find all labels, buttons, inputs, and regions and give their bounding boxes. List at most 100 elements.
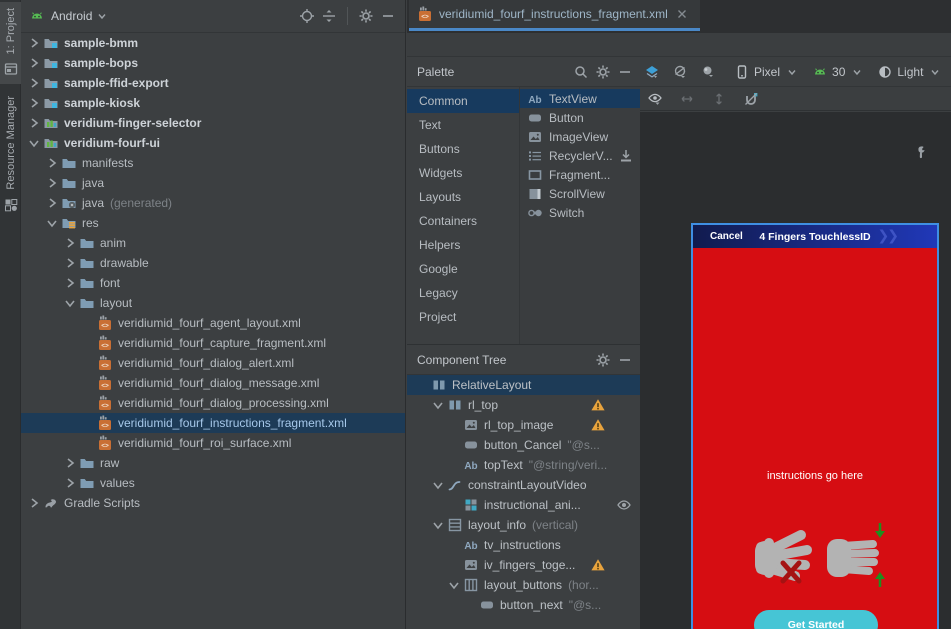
project-view-selector[interactable]: Android [51, 9, 92, 23]
component-tree-row[interactable]: instructional_ani... [407, 495, 640, 515]
chevron-down-icon[interactable] [429, 517, 446, 533]
chevron-right-icon[interactable] [25, 495, 42, 511]
palette-category-helpers[interactable]: Helpers [407, 233, 519, 257]
component-tree-row[interactable]: AbtopText"@string/veri... [407, 455, 640, 475]
chevron-right-icon[interactable] [25, 75, 42, 91]
palette-item[interactable]: AbTextView [520, 89, 640, 108]
sidebar-tab-project[interactable]: 1: Project [0, 2, 21, 84]
project-tree-row[interactable]: values [21, 473, 405, 493]
chevron-down-icon[interactable] [445, 577, 462, 593]
chevron-right-icon[interactable] [25, 35, 42, 51]
locate-icon[interactable] [296, 5, 318, 27]
design-surface[interactable]: Cancel 4 Fingers TouchlessID ❯❯ instruct… [640, 112, 951, 629]
chevron-right-icon[interactable] [25, 115, 42, 131]
chevron-right-icon[interactable] [25, 55, 42, 71]
view-options-icon[interactable] [644, 88, 666, 110]
project-tree-row[interactable]: java(generated) [21, 193, 405, 213]
chevron-right-icon[interactable] [61, 475, 78, 491]
dropdown-chevron-icon[interactable] [94, 8, 110, 24]
chevron-right-icon[interactable] [61, 255, 78, 271]
component-tree-row[interactable]: rl_top_image [407, 415, 640, 435]
palette-category-containers[interactable]: Containers [407, 209, 519, 233]
chevron-right-icon[interactable] [61, 275, 78, 291]
palette-item[interactable]: Fragment... [520, 165, 640, 184]
palette-item[interactable]: ImageView [520, 127, 640, 146]
project-tree-row[interactable]: sample-bmm [21, 33, 405, 53]
settings-icon[interactable] [355, 5, 377, 27]
minimize-icon[interactable] [614, 349, 636, 371]
project-tree-row[interactable]: anim [21, 233, 405, 253]
chevron-right-icon[interactable] [61, 455, 78, 471]
device-selector[interactable]: Pixel [734, 64, 800, 80]
eye-icon[interactable] [616, 497, 632, 513]
chevron-down-icon[interactable] [429, 397, 446, 413]
palette-category-project[interactable]: Project [407, 305, 519, 329]
project-tree-row[interactable]: Gradle Scripts [21, 493, 405, 513]
component-tree-row[interactable]: layout_info(vertical) [407, 515, 640, 535]
project-tree-row[interactable]: sample-bops [21, 53, 405, 73]
palette-category-common[interactable]: Common [407, 89, 519, 113]
close-icon[interactable] [674, 6, 690, 22]
wrench-icon[interactable] [913, 144, 929, 160]
palette-category-text[interactable]: Text [407, 113, 519, 137]
palette-category-legacy[interactable]: Legacy [407, 281, 519, 305]
project-tree-row[interactable]: font [21, 273, 405, 293]
component-tree-row[interactable]: constraintLayoutVideo [407, 475, 640, 495]
minimize-icon[interactable] [614, 61, 636, 83]
chevron-right-icon[interactable] [25, 95, 42, 111]
palette-category-buttons[interactable]: Buttons [407, 137, 519, 161]
palette-item[interactable]: RecyclerV... [520, 146, 640, 165]
search-icon[interactable] [570, 61, 592, 83]
settings-icon[interactable] [592, 349, 614, 371]
project-tree-row[interactable]: raw [21, 453, 405, 473]
chevron-right-icon[interactable] [61, 235, 78, 251]
project-tree-row[interactable]: veridium-finger-selector [21, 113, 405, 133]
orientation-icon[interactable] [672, 61, 688, 83]
component-tree-row[interactable]: button_Cancel"@s... [407, 435, 640, 455]
editor-tab[interactable]: <> veridiumid_fourf_instructions_fragmen… [409, 0, 700, 31]
project-tree-row[interactable]: layout [21, 293, 405, 313]
hide-panel-icon[interactable] [377, 5, 399, 27]
palette-item[interactable]: Switch [520, 203, 640, 222]
chevron-down-icon[interactable] [429, 477, 446, 493]
palette-item[interactable]: Button [520, 108, 640, 127]
chevron-right-icon[interactable] [43, 195, 60, 211]
project-tree-row[interactable]: veridium-fourf-ui [21, 133, 405, 153]
project-tree-row[interactable]: sample-kiosk [21, 93, 405, 113]
get-started-button[interactable]: Get Started [754, 610, 878, 629]
project-tree-row[interactable]: res [21, 213, 405, 233]
api-selector[interactable]: 30 [812, 64, 865, 80]
component-tree-row[interactable]: rl_top [407, 395, 640, 415]
project-tree-row[interactable]: java [21, 173, 405, 193]
download-icon[interactable] [618, 148, 634, 164]
project-tree-row[interactable]: <>veridiumid_fourf_dialog_message.xml [21, 373, 405, 393]
sidebar-tab-resource-manager[interactable]: Resource Manager [0, 90, 21, 228]
chevron-down-icon[interactable] [43, 215, 60, 231]
palette-category-layouts[interactable]: Layouts [407, 185, 519, 209]
component-tree-row[interactable]: iv_fingers_toge... [407, 555, 640, 575]
component-tree-row[interactable]: layout_buttons(hor... [407, 575, 640, 595]
chevron-down-icon[interactable] [25, 135, 42, 151]
component-tree-row[interactable]: button_next"@s... [407, 595, 640, 615]
autoconnect-off-icon[interactable] [740, 88, 762, 110]
collapse-all-icon[interactable] [318, 5, 340, 27]
component-tree-row[interactable]: RelativeLayout [407, 375, 640, 395]
vertical-resize-icon[interactable] [708, 88, 730, 110]
horizontal-resize-icon[interactable] [676, 88, 698, 110]
chevron-right-icon[interactable] [43, 175, 60, 191]
chevron-right-icon[interactable] [43, 155, 60, 171]
project-tree-row[interactable]: <>veridiumid_fourf_dialog_alert.xml [21, 353, 405, 373]
project-tree-row[interactable]: <>veridiumid_fourf_dialog_processing.xml [21, 393, 405, 413]
project-tree-row[interactable]: <>veridiumid_fourf_instructions_fragment… [21, 413, 405, 433]
theme-selector[interactable]: Light [877, 64, 943, 80]
project-tree-row[interactable]: drawable [21, 253, 405, 273]
project-tree-row[interactable]: sample-ffid-export [21, 73, 405, 93]
design-surface-icon[interactable] [644, 61, 660, 83]
project-tree-row[interactable]: <>veridiumid_fourf_capture_fragment.xml [21, 333, 405, 353]
ui-mode-icon[interactable] [700, 61, 716, 83]
project-tree-row[interactable]: manifests [21, 153, 405, 173]
component-tree-row[interactable]: Abtv_instructions [407, 535, 640, 555]
layout-preview[interactable]: Cancel 4 Fingers TouchlessID ❯❯ instruct… [691, 223, 939, 629]
palette-category-widgets[interactable]: Widgets [407, 161, 519, 185]
chevron-down-icon[interactable] [61, 295, 78, 311]
